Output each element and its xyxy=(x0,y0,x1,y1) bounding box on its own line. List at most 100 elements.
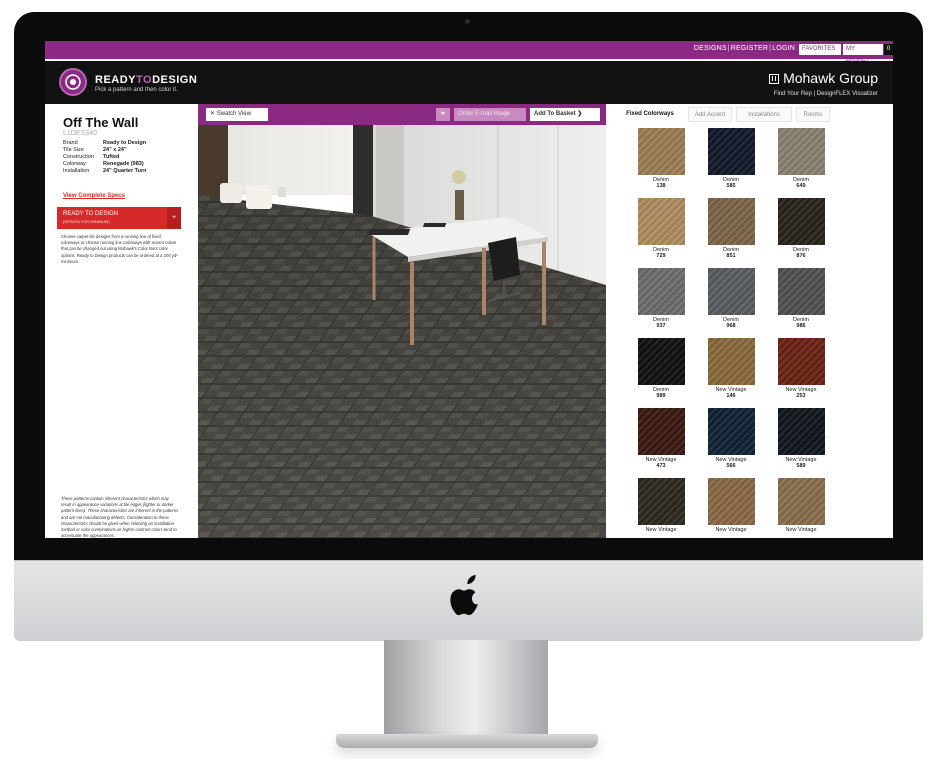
swatch-item[interactable]: Denim 729 xyxy=(628,198,688,260)
swatch-tile[interactable] xyxy=(778,128,825,175)
colorway-tabs: Fixed Colorways Add Accent Installations… xyxy=(606,104,893,124)
swatch-number: 729 xyxy=(656,253,666,259)
swatch-number: 138 xyxy=(656,183,666,189)
room-scene xyxy=(198,125,606,538)
swatch-tile[interactable] xyxy=(778,338,825,385)
login-link[interactable]: LOGIN xyxy=(772,45,795,52)
room-visualization-image[interactable] xyxy=(198,125,606,538)
camera-icon xyxy=(465,19,470,24)
swatch-tile[interactable] xyxy=(708,478,755,525)
swatch-item[interactable]: New Vintage 146 xyxy=(698,338,758,400)
swatch-item[interactable]: Denim 585 xyxy=(698,128,758,190)
swatch-item[interactable]: Denim 649 xyxy=(768,128,828,190)
swatch-item[interactable]: New Vintage 566 xyxy=(698,408,758,470)
swatch-number: 253 xyxy=(796,393,806,399)
swatch-item[interactable]: Denim 851 xyxy=(698,198,758,260)
swatch-name: New Vintage xyxy=(645,527,677,533)
swatch-tile[interactable] xyxy=(778,198,825,245)
swatch-tile[interactable] xyxy=(778,268,825,315)
view-complete-specs-link[interactable]: View Complete Specs xyxy=(63,193,125,199)
swatch-tile[interactable] xyxy=(778,478,825,525)
designs-link[interactable]: DESIGNS xyxy=(694,45,727,52)
swatch-number: 968 xyxy=(726,323,736,329)
swatch-tile[interactable] xyxy=(638,408,685,455)
swatch-tile[interactable] xyxy=(638,268,685,315)
swatch-tile[interactable] xyxy=(708,198,755,245)
swatch-number: 851 xyxy=(726,253,736,259)
favorite-star-button[interactable]: ★ xyxy=(436,108,450,121)
swatch-number: 585 xyxy=(726,183,736,189)
mohawk-group-brand[interactable]: Mohawk Group xyxy=(769,70,878,86)
banner-title: READY TO DESIGN xyxy=(63,211,119,217)
swatch-number: 989 xyxy=(656,393,666,399)
logo-tagline: Pick a pattern and then color it. xyxy=(95,87,178,93)
swatch-number: 473 xyxy=(656,463,666,469)
tab-add-accent[interactable]: Add Accent xyxy=(688,107,732,122)
swatch-item[interactable]: Denim 138 xyxy=(628,128,688,190)
basket-count-badge: 0 xyxy=(884,44,893,55)
ready-to-design-banner[interactable]: READY TO DESIGN (DESIGN FOR MINIMUM) + xyxy=(57,207,181,229)
product-name: Off The Wall xyxy=(63,115,139,130)
swatch-item[interactable]: New Vintage 253 xyxy=(768,338,828,400)
header: READYTODESIGN Pick a pattern and then co… xyxy=(45,61,893,104)
swatch-tile[interactable] xyxy=(778,408,825,455)
pattern-disclaimer: These patterns contain inherent characte… xyxy=(61,496,179,538)
swatch-item[interactable]: New Vintage xyxy=(628,478,688,538)
apple-logo-icon xyxy=(450,575,478,616)
spec-row: Construction Tufted xyxy=(63,154,120,160)
colorway-panel: Fixed Colorways Add Accent Installations… xyxy=(606,104,893,538)
visualizer-toolbar: ✕ Swatch View ★ Order E-mail Image Add T… xyxy=(198,104,606,125)
banner-subtitle: (DESIGN FOR MINIMUM) xyxy=(63,219,110,224)
top-bar: DESIGNS|REGISTER|LOGIN FAVORITES MY BASK… xyxy=(45,41,893,63)
swatch-tile[interactable] xyxy=(708,128,755,175)
swatch-tile[interactable] xyxy=(638,338,685,385)
product-info-panel: Off The Wall L1DES340 Brand Ready to Desi… xyxy=(45,104,198,538)
swatch-name: New Vintage xyxy=(785,527,817,533)
register-link[interactable]: REGISTER xyxy=(731,45,768,52)
swatch-view-button[interactable]: ✕ Swatch View xyxy=(206,108,268,121)
swatch-item[interactable]: New Vintage xyxy=(698,478,758,538)
swatch-item[interactable]: Denim 989 xyxy=(628,338,688,400)
my-basket-button[interactable]: MY BASKET xyxy=(843,44,883,63)
logo-title[interactable]: READYTODESIGN xyxy=(95,74,197,86)
spec-list: Brand Ready to Design Tile Size 24" x 24" … xyxy=(63,140,193,175)
swatch-item[interactable]: Denim 968 xyxy=(698,268,758,330)
swatch-number: 986 xyxy=(796,323,806,329)
screen: DESIGNS|REGISTER|LOGIN FAVORITES MY BASK… xyxy=(45,41,893,538)
swatch-number: 876 xyxy=(796,253,806,259)
favorites-button[interactable]: FAVORITES xyxy=(799,44,841,55)
tab-rooms[interactable]: Rooms xyxy=(796,107,830,122)
spec-row: Tile Size 24" x 24" xyxy=(63,147,127,153)
expand-plus-icon[interactable]: + xyxy=(167,207,181,229)
tab-installations[interactable]: Installations xyxy=(736,107,792,122)
swatch-number: 566 xyxy=(726,463,736,469)
swatch-number: 589 xyxy=(796,463,806,469)
swatch-item[interactable]: Denim 937 xyxy=(628,268,688,330)
monitor-stand xyxy=(384,640,548,738)
swatch-tile[interactable] xyxy=(638,128,685,175)
swatch-tile[interactable] xyxy=(638,478,685,525)
order-email-image-button[interactable]: Order E-mail Image xyxy=(454,108,526,121)
swatch-tile[interactable] xyxy=(708,268,755,315)
swatch-tile[interactable] xyxy=(708,338,755,385)
ready-to-design-logo-icon xyxy=(59,68,87,96)
swatch-name: New Vintage xyxy=(715,527,747,533)
swatch-tile[interactable] xyxy=(708,408,755,455)
product-description: Choose carpet tile designs from a runnin… xyxy=(61,234,178,264)
brand-links[interactable]: Find Your Rep | DesignFLEX Visualizer xyxy=(774,91,878,97)
swatch-tile[interactable] xyxy=(638,198,685,245)
top-nav: DESIGNS|REGISTER|LOGIN xyxy=(693,45,795,52)
swatch-item[interactable]: Denim 876 xyxy=(768,198,828,260)
swatch-item[interactable]: New Vintage 473 xyxy=(628,408,688,470)
monitor-stand-base xyxy=(336,734,598,748)
swatch-item[interactable]: Denim 986 xyxy=(768,268,828,330)
collapse-arrows-icon: ✕ xyxy=(210,111,217,117)
spec-row: Installation 24" Quarter Turn xyxy=(63,168,147,174)
swatch-item[interactable]: New Vintage xyxy=(768,478,828,538)
add-to-basket-button[interactable]: Add To Basket ❯ xyxy=(530,108,600,121)
swatch-item[interactable]: New Vintage 589 xyxy=(768,408,828,470)
product-code: L1DES340 xyxy=(63,130,97,137)
spec-row: Colorway Renegade (983) xyxy=(63,161,144,167)
swatch-number: 937 xyxy=(656,323,666,329)
tab-fixed-colorways[interactable]: Fixed Colorways xyxy=(618,107,682,122)
